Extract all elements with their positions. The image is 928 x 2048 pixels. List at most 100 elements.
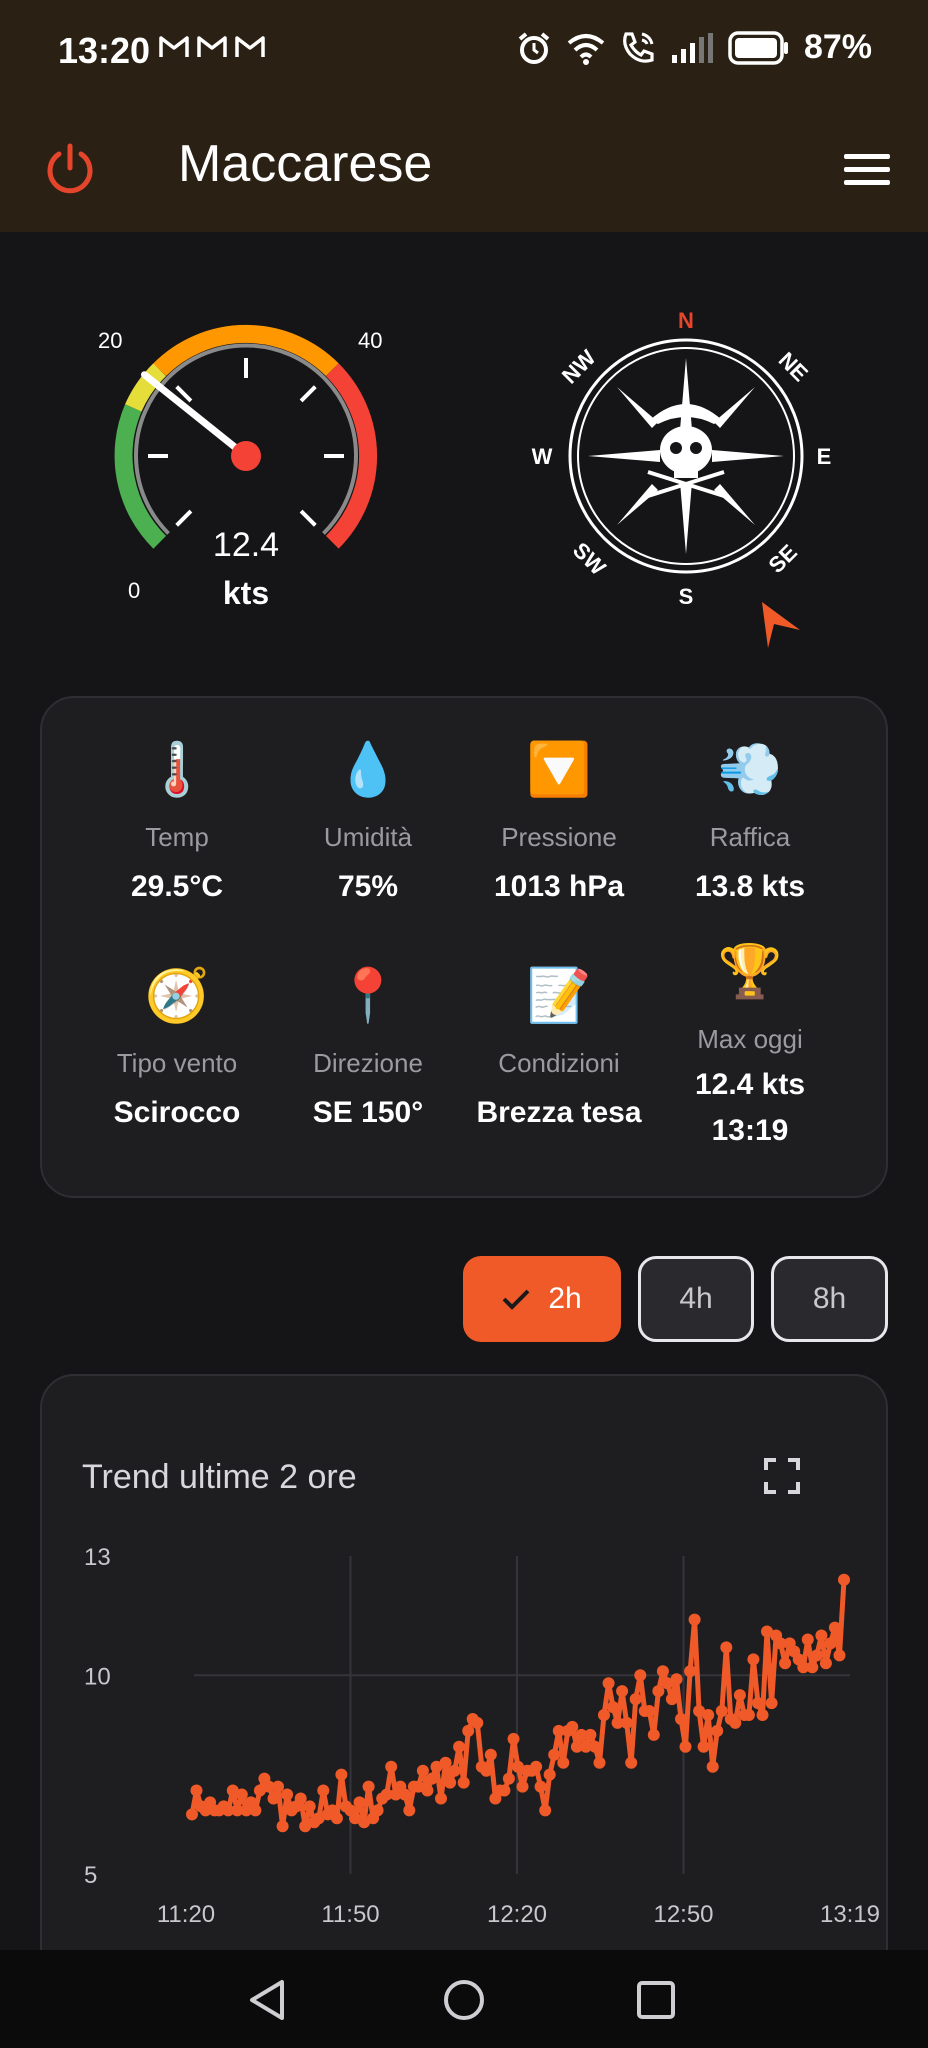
data-point <box>462 1724 475 1737</box>
data-point <box>385 1760 398 1773</box>
data-point <box>602 1677 615 1690</box>
data-point <box>819 1657 832 1670</box>
compass-label-nw: NW <box>557 345 601 389</box>
power-icon[interactable] <box>42 140 98 196</box>
data-point <box>684 1665 697 1678</box>
data-point <box>688 1613 701 1626</box>
data-point <box>679 1740 692 1753</box>
data-point <box>507 1732 520 1745</box>
data-point <box>720 1641 733 1654</box>
data-point <box>747 1653 760 1666</box>
data-point <box>742 1709 755 1721</box>
data-point <box>607 1701 620 1714</box>
compass-label-s: S <box>679 584 694 609</box>
status-time: 13:20 <box>58 30 151 71</box>
data-point <box>656 1665 669 1678</box>
system-nav-bar <box>0 1950 928 2048</box>
fullscreen-icon[interactable] <box>762 1456 802 1496</box>
check-icon <box>502 1289 530 1310</box>
data-point <box>444 1776 457 1789</box>
data-point <box>498 1784 511 1797</box>
compass-label-n: N <box>678 308 694 333</box>
range-2h-button[interactable]: 2h <box>463 1256 621 1342</box>
stat-temp: 🌡️ Temp 29.5°C <box>82 738 272 909</box>
range-8h-button[interactable]: 8h <box>771 1256 888 1342</box>
stat-value: 13.8 kts <box>694 870 806 903</box>
data-point <box>665 1693 678 1706</box>
stat-value: Scirocco <box>113 1096 241 1129</box>
gauge-hub <box>231 441 261 471</box>
range-label: 4h <box>679 1282 713 1315</box>
data-point <box>756 1709 769 1721</box>
stat-max-today: 🏆 Max oggi 12.4 kts 13:19 <box>655 940 845 1153</box>
menu-icon[interactable] <box>842 144 892 194</box>
data-point <box>362 1780 375 1793</box>
thermometer-icon: 🌡️ <box>144 740 210 800</box>
gauge-tick-40: 40 <box>358 328 382 353</box>
data-point <box>634 1669 647 1682</box>
compass-label-ne: NE <box>774 347 813 386</box>
data-point <box>765 1697 778 1710</box>
data-point <box>828 1621 841 1634</box>
data-point <box>629 1693 642 1706</box>
data-point <box>398 1788 411 1801</box>
gmail-icon <box>197 36 227 57</box>
data-point <box>566 1720 579 1733</box>
stat-gust: 💨 Raffica 13.8 kts <box>655 738 845 909</box>
back-icon[interactable] <box>240 1972 296 2028</box>
y-tick-label: 10 <box>84 1663 111 1690</box>
data-point <box>593 1756 606 1769</box>
data-point <box>426 1772 438 1785</box>
page-title: Maccarese <box>178 135 433 193</box>
trend-chart-card: 13 10 5 11:20 11:50 12:20 12:50 13:19 Trend ult… <box>40 1374 888 1984</box>
recents-icon[interactable] <box>628 1972 684 2028</box>
wind-direction-compass: N S W E NW NE SW SE <box>532 308 831 648</box>
battery-percent: 87% <box>803 28 872 66</box>
range-label: 8h <box>812 1282 847 1315</box>
stat-label: Pressione <box>501 822 617 852</box>
data-point <box>530 1760 543 1773</box>
data-point <box>697 1740 710 1753</box>
data-point <box>267 1792 280 1805</box>
data-point <box>598 1709 610 1721</box>
stat-value: 75% <box>337 870 399 903</box>
stat-label: Direzione <box>313 1048 423 1078</box>
gauge-tick-20: 20 <box>98 328 122 353</box>
data-point <box>620 1716 633 1729</box>
trophy-icon: 🏆 <box>717 942 783 1002</box>
data-point <box>448 1764 461 1777</box>
wind-direction-arrow-icon <box>762 602 800 648</box>
data-point <box>435 1792 447 1805</box>
data-point <box>190 1784 203 1797</box>
data-point <box>276 1820 289 1833</box>
data-point <box>534 1780 547 1793</box>
y-tick-label: 13 <box>84 1544 111 1571</box>
data-point <box>589 1740 601 1753</box>
droplet-icon: 💧 <box>335 740 401 800</box>
data-point <box>806 1661 819 1674</box>
range-4h-button[interactable]: 4h <box>638 1256 754 1342</box>
x-tick-label: 11:50 <box>321 1901 379 1928</box>
data-point <box>453 1740 466 1753</box>
data-point <box>294 1792 307 1805</box>
data-point <box>548 1748 561 1761</box>
wind-speed-gauge: 20 40 0 12.4 kts <box>98 325 382 611</box>
compass-label-sw: SW <box>568 537 611 580</box>
data-point <box>711 1724 724 1737</box>
stat-label: Max oggi <box>697 1024 803 1054</box>
home-icon[interactable] <box>436 1972 492 2028</box>
data-point <box>317 1784 330 1797</box>
data-point <box>303 1800 316 1813</box>
stat-label: Raffica <box>709 822 791 852</box>
compass-label-se: SE <box>763 539 801 577</box>
data-point <box>557 1756 570 1769</box>
data-point <box>838 1573 850 1586</box>
data-point <box>810 1649 823 1662</box>
signal-icon <box>671 32 713 63</box>
data-point <box>616 1685 629 1698</box>
data-point <box>729 1716 742 1729</box>
data-point <box>815 1629 828 1642</box>
gauge-needle <box>141 371 250 460</box>
data-point <box>824 1637 837 1650</box>
stat-conditions: 📝 Condizioni Brezza tesa <box>464 964 654 1135</box>
